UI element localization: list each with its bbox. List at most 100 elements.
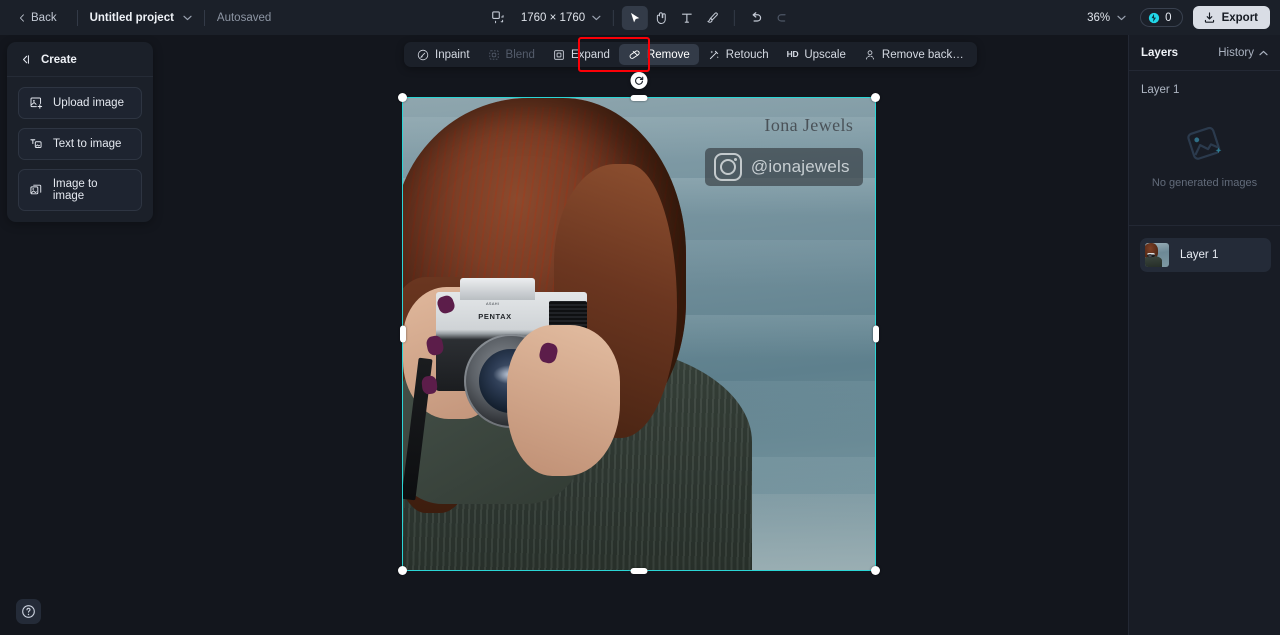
person-cut-icon [864, 49, 876, 61]
upload-image-button[interactable]: Upload image [18, 87, 142, 119]
credits-badge[interactable]: 0 [1140, 8, 1182, 27]
inpaint-icon [417, 49, 429, 61]
subject-right-hand [507, 325, 620, 476]
tab-layers[interactable]: Layers [1141, 47, 1178, 59]
chevron-left-icon [18, 14, 26, 22]
camera-brand-sub: ASAHI [445, 302, 539, 306]
project-menu-chevron-down-icon[interactable] [183, 15, 192, 21]
divider [613, 10, 614, 26]
download-icon [1203, 11, 1216, 24]
tab-history[interactable]: History [1218, 47, 1268, 59]
select-tool-button[interactable] [622, 6, 648, 30]
upload-image-label: Upload image [53, 97, 124, 109]
tab-history-label: History [1218, 47, 1254, 59]
resize-handle-top[interactable] [631, 95, 648, 101]
layer-name: Layer 1 [1180, 249, 1218, 261]
upscale-label: Upscale [804, 49, 846, 61]
create-panel-body: Upload image Text to image Image to imag… [7, 77, 153, 211]
upscale-button[interactable]: HD Upscale [778, 44, 855, 65]
help-button[interactable] [16, 599, 41, 624]
divider [734, 10, 735, 26]
camera-brand: PENTAX [443, 312, 547, 321]
brush-icon [706, 11, 720, 25]
resize-handle-bottom-right[interactable] [871, 566, 880, 575]
blend-icon [488, 49, 500, 61]
undo-button[interactable] [743, 6, 769, 30]
expand-button[interactable]: Expand [544, 44, 619, 65]
watermark-handle: @ionajewels [751, 157, 850, 177]
back-button[interactable]: Back [10, 8, 65, 28]
question-circle-icon [21, 604, 36, 619]
credit-coin-icon [1148, 12, 1160, 24]
top-bar-left: Back Untitled project Autosaved [0, 8, 271, 28]
image-to-image-icon [29, 183, 43, 197]
retouch-button[interactable]: Retouch [699, 44, 778, 65]
blend-label: Blend [506, 49, 535, 61]
top-bar-tools: 1760 × 1760 [485, 0, 795, 35]
canvas-area[interactable]: ASAHI PENTAX Iona Jewels @ionajewels [153, 35, 1128, 635]
watermark-title: Iona Jewels [764, 115, 853, 136]
resize-handle-top-right[interactable] [871, 93, 880, 102]
image-editor-app: Back Untitled project Autosaved 1760 × 1… [0, 0, 1280, 635]
eraser-icon [628, 48, 641, 61]
credits-count: 0 [1165, 12, 1171, 24]
resize-handle-top-left[interactable] [398, 93, 407, 102]
rotate-handle[interactable] [631, 72, 648, 89]
rotate-icon [634, 75, 645, 86]
text-icon [680, 11, 694, 25]
expand-icon [553, 49, 565, 61]
create-panel: Create Upload image Text to image [7, 42, 153, 222]
remove-button[interactable]: Remove [619, 44, 699, 65]
back-label: Back [31, 12, 57, 24]
resize-handle-bottom-left[interactable] [398, 566, 407, 575]
remove-background-button[interactable]: Remove back… [855, 44, 973, 65]
text-to-image-icon [29, 137, 43, 151]
layer-thumbnail [1145, 243, 1169, 267]
hand-icon [654, 11, 668, 25]
text-to-image-label: Text to image [53, 138, 121, 150]
retouch-label: Retouch [726, 49, 769, 61]
image-to-image-button[interactable]: Image to image [18, 169, 142, 211]
expand-label: Expand [571, 49, 610, 61]
text-to-image-button[interactable]: Text to image [18, 128, 142, 160]
remove-label: Remove [647, 49, 690, 61]
resize-handle-bottom[interactable] [631, 568, 648, 574]
export-label: Export [1222, 12, 1258, 24]
autosave-status: Autosaved [217, 12, 271, 24]
undo-icon [749, 10, 764, 25]
layer-list-item[interactable]: Layer 1 [1140, 238, 1271, 272]
redo-icon [775, 10, 790, 25]
panel-divider [1129, 225, 1280, 226]
create-panel-title: Create [41, 54, 77, 66]
export-button[interactable]: Export [1193, 6, 1270, 29]
resize-tool-button[interactable] [485, 6, 511, 30]
brush-tool-button[interactable] [700, 6, 726, 30]
hd-icon: HD [787, 50, 799, 59]
top-bar: Back Untitled project Autosaved 1760 × 1… [0, 0, 1280, 35]
canvas-size-selector[interactable]: 1760 × 1760 [511, 12, 605, 24]
canvas-size-value: 1760 × 1760 [521, 12, 585, 24]
chevron-up-icon [1259, 50, 1268, 56]
chevron-down-icon [1117, 15, 1126, 21]
resize-handle-right[interactable] [873, 326, 879, 343]
pan-tool-button[interactable] [648, 6, 674, 30]
redo-button[interactable] [769, 6, 795, 30]
selected-image-object[interactable]: ASAHI PENTAX Iona Jewels @ionajewels [403, 98, 875, 570]
edit-toolbar: Inpaint Blend Expand Remove [404, 42, 977, 67]
camera-prism [460, 278, 536, 299]
empty-state-text: No generated images [1152, 177, 1257, 189]
generated-empty-state: No generated images [1129, 96, 1280, 211]
generated-section-label: Layer 1 [1129, 71, 1280, 96]
wand-icon [708, 49, 720, 61]
watermark-badge: @ionajewels [705, 148, 863, 186]
zoom-value: 36% [1087, 12, 1110, 24]
zoom-selector[interactable]: 36% [1083, 9, 1130, 27]
resize-handle-left[interactable] [400, 326, 406, 343]
cursor-icon [628, 11, 642, 25]
upload-image-icon [29, 96, 43, 110]
text-tool-button[interactable] [674, 6, 700, 30]
blend-button[interactable]: Blend [479, 44, 544, 65]
layers-panel-header: Layers History [1129, 35, 1280, 71]
collapse-left-icon[interactable] [19, 53, 32, 66]
inpaint-button[interactable]: Inpaint [408, 44, 479, 65]
